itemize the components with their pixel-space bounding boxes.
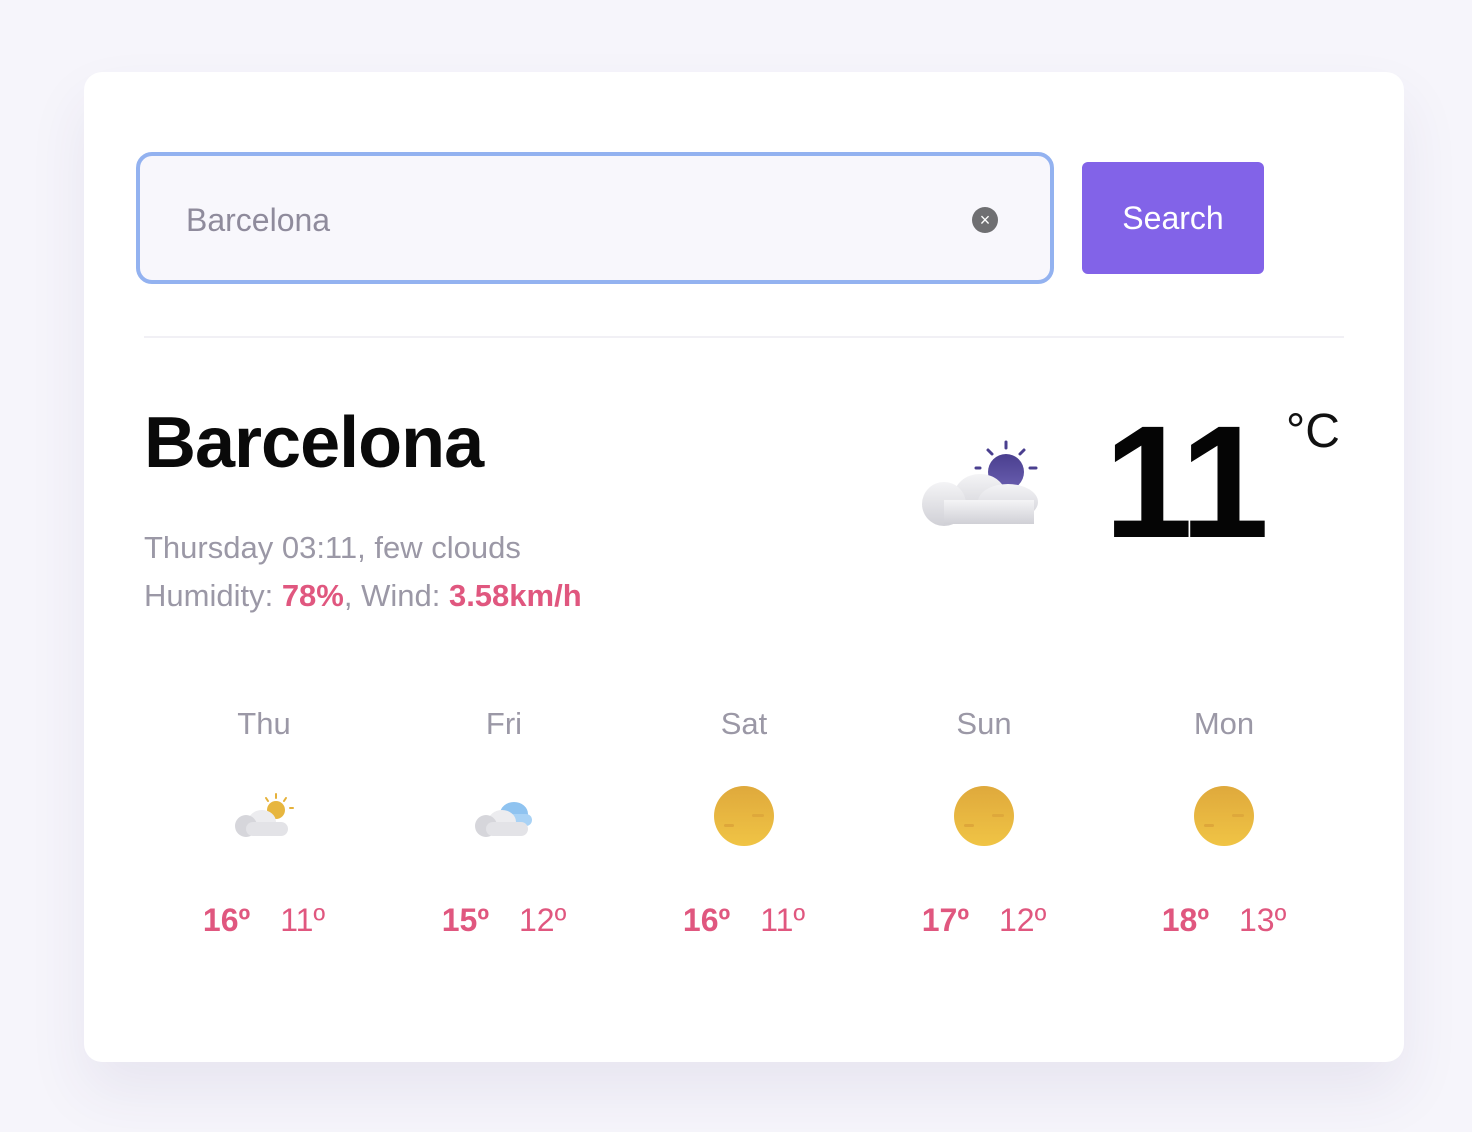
humidity-value: 78% bbox=[281, 578, 344, 613]
forecast-day-name: Thu bbox=[237, 706, 291, 741]
forecast-high: 18º bbox=[1161, 902, 1209, 938]
current-temperature: 11 bbox=[1104, 392, 1269, 571]
weather-card: × Search Barcelona Thursday 03:11, few c… bbox=[84, 72, 1404, 1062]
city-name: Barcelona bbox=[144, 403, 484, 483]
forecast-low: 12º bbox=[999, 902, 1047, 938]
forecast-day: Mon 18º 13º bbox=[1104, 702, 1344, 962]
forecast-low: 11º bbox=[280, 902, 326, 938]
forecast-high: 17º bbox=[921, 902, 969, 938]
sun-icon bbox=[1194, 786, 1254, 846]
forecast-temps: 16º 11º bbox=[624, 902, 864, 939]
sun-icon bbox=[954, 786, 1014, 846]
forecast-temps: 18º 13º bbox=[1104, 902, 1344, 939]
weather-description: few clouds bbox=[374, 530, 521, 565]
search-row: × Search bbox=[136, 152, 1266, 284]
search-field[interactable]: × bbox=[136, 152, 1054, 284]
forecast-high: 16º bbox=[682, 902, 731, 938]
temperature-unit: °C bbox=[1286, 405, 1340, 458]
date-description-line: Thursday 03:11, few clouds bbox=[144, 524, 582, 572]
search-button[interactable]: Search bbox=[1082, 162, 1264, 274]
clear-icon[interactable]: × bbox=[972, 207, 998, 233]
day-time: Thursday 03:11 bbox=[144, 530, 358, 565]
forecast-high: 15º bbox=[441, 902, 489, 938]
forecast-day: Sat 16º 11º bbox=[624, 702, 864, 962]
wind-label: , Wind: bbox=[343, 578, 449, 613]
forecast-day-name: Mon bbox=[1193, 706, 1255, 741]
divider bbox=[144, 336, 1344, 338]
partly-cloudy-icon bbox=[235, 793, 294, 837]
forecast-high: 16º bbox=[202, 902, 251, 938]
forecast-day: Sun 17º 12º bbox=[864, 702, 1104, 962]
forecast-list: Thu 16º 11º Fri 15º 12º Sat 16º 11º Sun … bbox=[144, 702, 1344, 962]
forecast-temps: 17º 12º bbox=[864, 902, 1104, 939]
few-clouds-night-icon bbox=[922, 440, 1038, 526]
humidity-wind-line: Humidity: 78%, Wind: 3.58km/h bbox=[144, 572, 582, 620]
wind-value: 3.58km/h bbox=[448, 578, 582, 613]
forecast-temps: 15º 12º bbox=[384, 902, 624, 939]
forecast-day: Thu 16º 11º bbox=[144, 702, 384, 962]
forecast-day: Fri 15º 12º bbox=[384, 702, 624, 962]
forecast-day-name: Sun bbox=[956, 706, 1012, 741]
humidity-label: Humidity: bbox=[144, 578, 282, 613]
sun-icon bbox=[714, 786, 774, 846]
search-input[interactable] bbox=[186, 196, 946, 244]
forecast-temps: 16º 11º bbox=[144, 902, 384, 939]
forecast-day-name: Sat bbox=[720, 706, 768, 741]
forecast-day-name: Fri bbox=[485, 706, 523, 741]
cloudy-icon bbox=[475, 802, 532, 837]
forecast-low: 12º bbox=[519, 902, 567, 938]
forecast-low: 13º bbox=[1239, 902, 1287, 938]
weather-summary: Thursday 03:11, few clouds Humidity: 78%… bbox=[144, 524, 582, 620]
separator: , bbox=[357, 530, 375, 565]
forecast-low: 11º bbox=[760, 902, 806, 938]
